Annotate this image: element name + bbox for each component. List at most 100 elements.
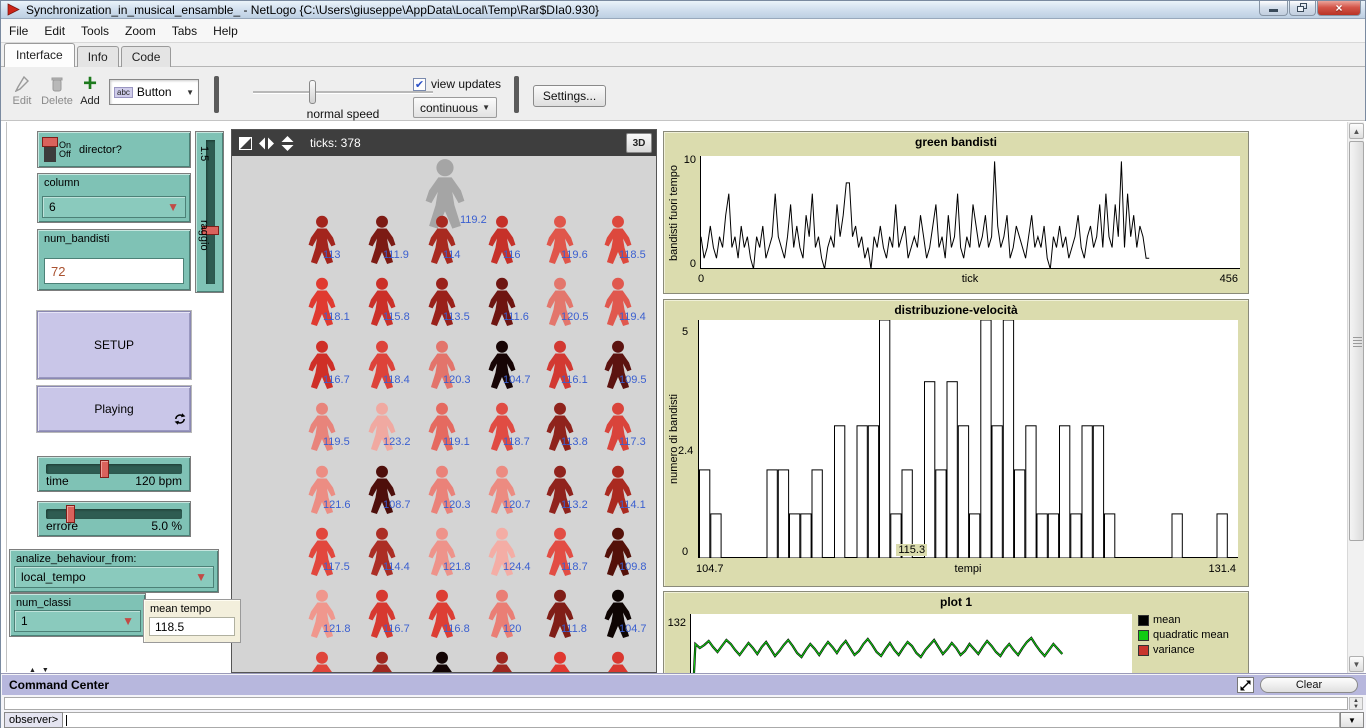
widget-type-value: Button [137, 85, 172, 99]
panel-edge [6, 122, 7, 672]
command-input[interactable] [63, 712, 1340, 728]
settings-button[interactable]: Settings... [533, 85, 606, 107]
check-icon: ✔ [415, 78, 424, 91]
plots-column: green bandisti100bandisti fuori tempo045… [663, 131, 1249, 673]
edit-button[interactable]: Edit [7, 73, 37, 107]
setup-button[interactable]: SETUP [37, 311, 191, 379]
errore-slider[interactable]: errore 5.0 % [37, 501, 191, 537]
analize-behaviour-value-box[interactable]: local_tempo ▼ [14, 566, 214, 588]
bandista-tempo-label: 111.9 [383, 249, 409, 261]
splitter-handle[interactable]: ▲ ▼ [29, 667, 51, 674]
mean-tempo-value: 118.5 [149, 617, 235, 636]
time-slider-value: 120 bpm [135, 474, 182, 488]
command-center-title: Command Center [9, 678, 109, 692]
menu-item-tabs[interactable]: Tabs [164, 21, 205, 41]
legend-entry-quadratic-mean: quadratic mean [1138, 629, 1229, 641]
restore-button[interactable] [1289, 1, 1316, 16]
num-classi-value-box[interactable]: 1 ▼ [14, 610, 141, 632]
playing-button[interactable]: Playing [37, 386, 191, 432]
tab-interface[interactable]: Interface [4, 43, 75, 67]
time-slider[interactable]: time 120 bpm [37, 456, 191, 492]
playing-button-label: Playing [94, 402, 133, 416]
minimize-button[interactable] [1259, 1, 1288, 16]
column-chooser-label: column [38, 174, 190, 189]
clear-button[interactable]: Clear [1260, 677, 1358, 693]
legend-swatch [1138, 645, 1149, 656]
add-button[interactable]: + Add [75, 73, 105, 107]
output-mini-scrollbar[interactable]: ▲▼ [1349, 697, 1363, 710]
view-updates-checkbox[interactable]: ✔ [413, 78, 426, 91]
bandista-person [422, 527, 462, 582]
bandista-person [362, 465, 402, 520]
bandista-person [362, 340, 402, 395]
diagonal-arrows-icon [1240, 680, 1251, 691]
analize-behaviour-chooser[interactable]: analize_behaviour_from: local_tempo ▼ [9, 549, 219, 593]
bandista-tempo-label: 113.2 [561, 499, 588, 511]
expand-button[interactable] [1237, 677, 1254, 693]
history-dropdown-button[interactable]: ▼ [1340, 712, 1364, 728]
update-mode-value: continuous [420, 101, 478, 115]
num-classi-chooser[interactable]: num_classi 1 ▼ [9, 593, 146, 637]
bandista-tempo-label: 124.4 [503, 561, 531, 573]
menu-item-file[interactable]: File [1, 21, 36, 41]
bandista-person [482, 340, 522, 395]
num-bandisti-value: 72 [51, 264, 65, 279]
bandista-person [482, 277, 522, 332]
x-axis-label: tempi [698, 563, 1238, 575]
legend-label: mean [1153, 614, 1181, 626]
scroll-up-button[interactable]: ▲ [1349, 123, 1364, 139]
menu-item-tools[interactable]: Tools [73, 21, 117, 41]
bandista-person [598, 465, 638, 520]
raggio-slider[interactable]: 1.5 raggio [195, 131, 224, 293]
errore-slider-label: errore [46, 519, 78, 533]
horizontal-arrows-icon[interactable] [259, 137, 274, 150]
menu-item-zoom[interactable]: Zoom [117, 21, 164, 41]
widget-type-dropdown[interactable]: abc Button ▼ [109, 79, 199, 105]
y-axis-label: bandisti fuori tempo [668, 165, 680, 261]
column-chooser-value-box[interactable]: 6 ▼ [42, 196, 186, 218]
bandista-tempo-label: 108.7 [383, 499, 411, 511]
bandista-tempo-label: 113 [323, 249, 341, 261]
minimize-icon [1269, 9, 1278, 12]
menu-item-help[interactable]: Help [205, 21, 246, 41]
tab-info[interactable]: Info [77, 46, 119, 67]
vertical-arrows-icon[interactable] [281, 136, 294, 151]
bandista-tempo-label: 116 [503, 249, 521, 261]
bandista-tempo-label: 113.5 [443, 311, 470, 323]
raggio-slider-track[interactable] [206, 140, 215, 284]
switch-handle[interactable] [42, 137, 58, 147]
3d-button[interactable]: 3D [626, 133, 652, 153]
close-button[interactable]: × [1317, 1, 1361, 16]
bandista-person [302, 651, 342, 672]
world-canvas: 119.2113111.9114116119.6118.5118.1115.81… [232, 156, 656, 672]
bandista-person [598, 651, 638, 672]
tab-code[interactable]: Code [121, 46, 172, 67]
chevron-down-icon: ▼ [195, 570, 207, 584]
bandista-person [422, 215, 462, 270]
column-chooser[interactable]: column 6 ▼ [37, 173, 191, 223]
speed-slider-thumb[interactable] [309, 80, 316, 104]
delete-button[interactable]: Delete [37, 73, 77, 107]
bandista-person [422, 589, 462, 644]
y-tick-min: 0 [678, 258, 696, 270]
plot-title: green bandisti [664, 135, 1248, 149]
bandista-tempo-label: 116.1 [561, 374, 588, 386]
close-icon: × [1335, 1, 1342, 15]
num-bandisti-input[interactable]: 72 [44, 258, 184, 284]
scrollbar-thumb[interactable] [1349, 141, 1364, 541]
bandista-tempo-label: 104.7 [619, 623, 647, 635]
update-mode-dropdown[interactable]: continuous ▼ [413, 97, 497, 118]
vertical-scrollbar[interactable]: ▲ ▼ [1347, 122, 1364, 673]
chevron-down-icon: ▼ [122, 614, 134, 628]
speed-slider-track[interactable] [253, 91, 433, 94]
world-view: ticks: 378 3D 119.2113111.9114116119.611… [231, 129, 657, 673]
y-tick-min: 0 [682, 546, 688, 558]
scroll-down-button[interactable]: ▼ [1349, 656, 1364, 672]
mean-tempo-label: mean tempo [144, 600, 240, 615]
director-switch[interactable]: OnOff director? [37, 131, 191, 168]
time-slider-track[interactable] [46, 464, 182, 474]
person-shape [302, 651, 342, 672]
origin-icon[interactable] [239, 137, 252, 150]
bandista-person [302, 589, 342, 644]
menu-item-edit[interactable]: Edit [36, 21, 73, 41]
